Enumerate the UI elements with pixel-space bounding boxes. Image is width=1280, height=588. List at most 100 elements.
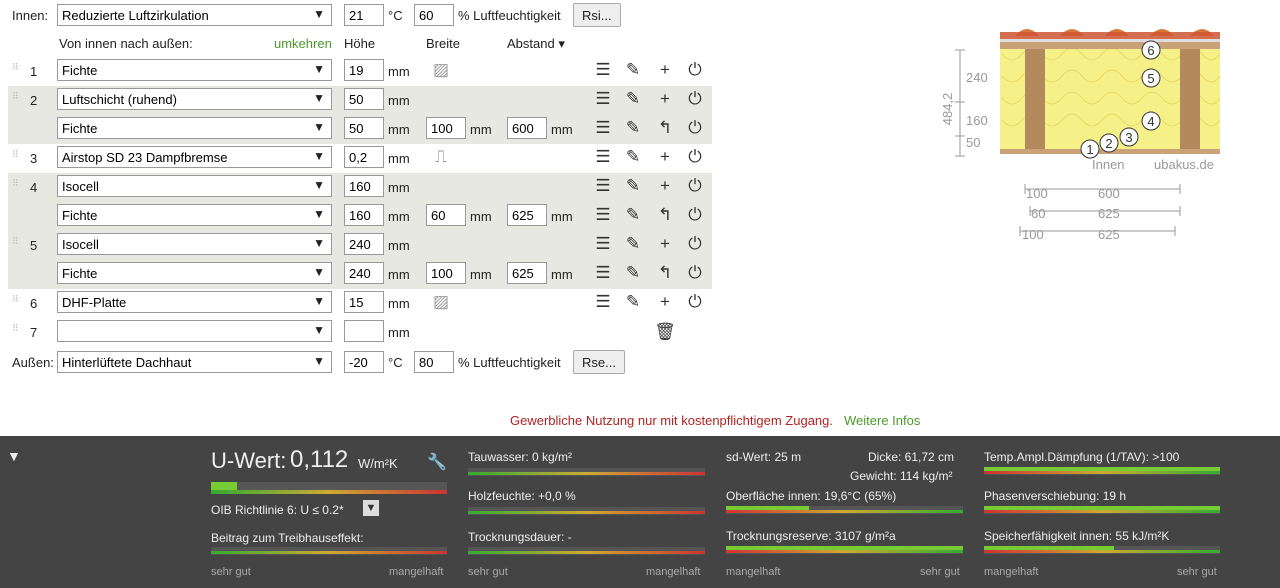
pencil-icon[interactable]: ✎: [622, 204, 644, 226]
thickness-input[interactable]: 0,2: [344, 146, 384, 168]
add-layer-icon[interactable]: +: [654, 146, 676, 168]
spacing-input[interactable]: 625: [507, 204, 547, 226]
drag-handle-icon[interactable]: ⠿: [12, 295, 20, 309]
dim-a-1: 100: [1026, 186, 1048, 201]
unit-mm: mm: [388, 267, 410, 282]
pencil-icon[interactable]: ✎: [622, 291, 644, 313]
menu-icon[interactable]: ☰: [592, 59, 614, 81]
aussen-climate-select[interactable]: Hinterlüftete Dachhaut ▼: [57, 351, 332, 373]
return-icon[interactable]: ↰: [654, 262, 676, 284]
power-icon[interactable]: ⏻: [684, 204, 706, 226]
thickness-input[interactable]: 19: [344, 59, 384, 81]
oberflaeche-bar: [726, 506, 963, 514]
material-select[interactable]: Isocell ▼: [57, 175, 332, 197]
menu-icon[interactable]: ☰: [592, 233, 614, 255]
scale-low: mangelhaft: [726, 566, 781, 578]
spacing-input[interactable]: 625: [507, 262, 547, 284]
thickness-input[interactable]: [344, 320, 384, 342]
thickness-input[interactable]: 15: [344, 291, 384, 313]
power-icon[interactable]: ⏻: [684, 291, 706, 313]
pencil-icon[interactable]: ✎: [622, 146, 644, 168]
innen-climate-select[interactable]: Reduzierte Luftzirkulation ▼: [57, 4, 332, 26]
material-select[interactable]: Isocell ▼: [57, 233, 332, 255]
material-select[interactable]: Fichte ▼: [57, 204, 332, 226]
more-info-link[interactable]: Weitere Infos: [844, 413, 920, 428]
hoehe-header: Höhe: [344, 36, 376, 51]
drag-handle-icon[interactable]: ⠿: [12, 150, 20, 164]
drag-handle-icon[interactable]: ⠿: [12, 63, 20, 77]
add-layer-icon[interactable]: +: [654, 88, 676, 110]
menu-icon[interactable]: ☰: [592, 175, 614, 197]
thickness-input[interactable]: 160: [344, 175, 384, 197]
return-icon[interactable]: ↰: [654, 117, 676, 139]
pencil-icon[interactable]: ✎: [622, 233, 644, 255]
drag-handle-icon[interactable]: ⠿: [12, 324, 20, 338]
material-select[interactable]: Fichte ▼: [57, 117, 332, 139]
material-select[interactable]: DHF-Platte ▼: [57, 291, 332, 313]
width-input[interactable]: 100: [426, 262, 466, 284]
width-input[interactable]: 100: [426, 117, 466, 139]
power-icon[interactable]: ⏻: [684, 262, 706, 284]
collapse-toggle-icon[interactable]: ▼: [7, 448, 21, 464]
material-select[interactable]: ▼: [57, 320, 332, 342]
thickness-input[interactable]: 50: [344, 117, 384, 139]
material-select[interactable]: Airstop SD 23 Dampfbremse ▼: [57, 146, 332, 168]
pencil-icon[interactable]: ✎: [622, 117, 644, 139]
innen-label: Innen:: [12, 8, 49, 23]
drag-handle-icon[interactable]: ⠿: [12, 237, 20, 251]
holzfeuchte-label: Holzfeuchte: +0,0 %: [468, 489, 576, 503]
drag-handle-icon[interactable]: ⠿: [12, 179, 20, 193]
power-icon[interactable]: ⏻: [684, 175, 706, 197]
rsi-button[interactable]: Rsi...: [573, 3, 621, 27]
reverse-link[interactable]: umkehren: [274, 36, 332, 51]
material-select[interactable]: Fichte ▼: [57, 262, 332, 284]
power-icon[interactable]: ⏻: [684, 88, 706, 110]
power-icon[interactable]: ⏻: [684, 117, 706, 139]
scale-high: mangelhaft: [389, 566, 444, 578]
rse-button[interactable]: Rse...: [573, 350, 625, 374]
menu-icon[interactable]: ☰: [592, 291, 614, 313]
abstand-header[interactable]: Abstand ▾: [507, 36, 565, 52]
add-layer-icon[interactable]: +: [654, 291, 676, 313]
menu-icon[interactable]: ☰: [592, 204, 614, 226]
wrench-icon[interactable]: 🔧: [427, 452, 447, 472]
menu-icon[interactable]: ☰: [592, 117, 614, 139]
menu-icon[interactable]: ☰: [592, 88, 614, 110]
drag-handle-icon[interactable]: ⠿: [12, 92, 20, 106]
pencil-icon[interactable]: ✎: [622, 88, 644, 110]
wood-pattern-icon: ▨: [432, 60, 450, 79]
menu-icon[interactable]: ☰: [592, 262, 614, 284]
scale-low: mangelhaft: [984, 566, 1039, 578]
thickness-input[interactable]: 240: [344, 262, 384, 284]
material-select[interactable]: Fichte ▼: [57, 59, 332, 81]
width-input[interactable]: 60: [426, 204, 466, 226]
thickness-input[interactable]: 50: [344, 88, 384, 110]
dropdown-icon[interactable]: ▼: [363, 500, 379, 516]
dim-240: 240: [966, 70, 988, 85]
chevron-down-icon: ▼: [313, 207, 325, 221]
temp-unit: °C: [388, 355, 403, 370]
pencil-icon[interactable]: ✎: [622, 262, 644, 284]
power-icon[interactable]: ⏻: [684, 233, 706, 255]
menu-icon[interactable]: ☰: [592, 146, 614, 168]
pencil-icon[interactable]: ✎: [622, 59, 644, 81]
add-layer-icon[interactable]: +: [654, 59, 676, 81]
power-icon[interactable]: ⏻: [684, 146, 706, 168]
thickness-input[interactable]: 160: [344, 204, 384, 226]
pencil-icon[interactable]: ✎: [622, 175, 644, 197]
aussen-humidity-input[interactable]: 80: [414, 351, 454, 373]
add-layer-icon[interactable]: +: [654, 233, 676, 255]
breite-header: Breite: [426, 36, 460, 51]
innen-humidity-input[interactable]: 60: [414, 4, 454, 26]
trash-icon[interactable]: 🗑: [654, 321, 676, 343]
innen-temp-input[interactable]: 21: [344, 4, 384, 26]
beitrag-bar: [211, 547, 447, 555]
return-icon[interactable]: ↰: [654, 204, 676, 226]
add-layer-icon[interactable]: +: [654, 175, 676, 197]
aussen-temp-input[interactable]: -20: [344, 351, 384, 373]
material-select[interactable]: Luftschicht (ruhend) ▼: [57, 88, 332, 110]
power-icon[interactable]: ⏻: [684, 59, 706, 81]
spacing-input[interactable]: 600: [507, 117, 547, 139]
holzfeuchte-bar: [468, 507, 705, 515]
thickness-input[interactable]: 240: [344, 233, 384, 255]
